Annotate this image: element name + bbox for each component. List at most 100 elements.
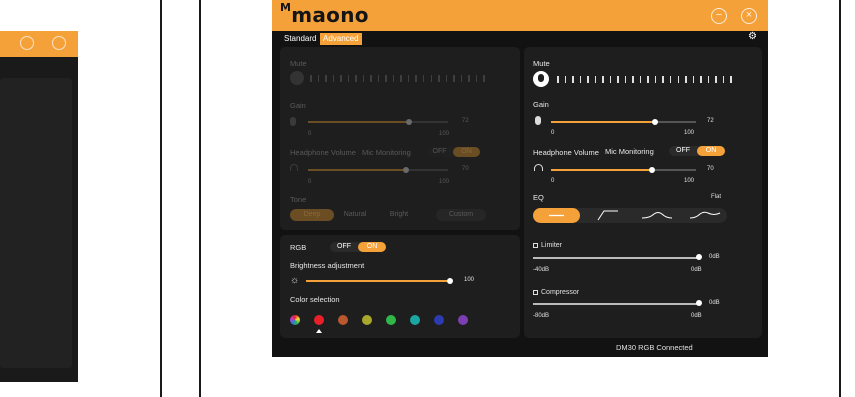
rgb-toggle[interactable]: OFF ON bbox=[330, 242, 386, 252]
mic-mute-icon[interactable] bbox=[533, 71, 549, 87]
eq-current-preset: Flat bbox=[711, 194, 722, 200]
selected-color-indicator bbox=[316, 329, 322, 333]
gain-slider-fill bbox=[308, 121, 409, 123]
compressor-checkbox[interactable] bbox=[533, 290, 538, 295]
title-bar: Mmaono − × bbox=[272, 0, 768, 31]
mic-small-icon bbox=[535, 116, 541, 125]
toggle-on: ON bbox=[453, 147, 480, 157]
maono-logo: Mmaono bbox=[280, 1, 369, 27]
rgb-panel: RGB OFF ON Brightness adjustment ☼ 100 C… bbox=[280, 235, 520, 338]
compressor-label: Compressor bbox=[541, 289, 580, 296]
mic-monitoring-label: Mic Monitoring bbox=[362, 148, 411, 157]
gain-label: Gain bbox=[290, 101, 306, 110]
headphone-icon bbox=[534, 164, 543, 171]
color-swatch-rainbow[interactable] bbox=[290, 315, 300, 325]
gain-slider-knob[interactable] bbox=[406, 119, 412, 125]
close-icon[interactable]: × bbox=[741, 8, 757, 24]
gain-min: 0 bbox=[308, 131, 312, 137]
gain-min: 0 bbox=[551, 130, 555, 136]
limiter-label: Limiter bbox=[541, 242, 563, 249]
headphone-slider-knob[interactable] bbox=[649, 167, 655, 173]
headphone-min: 0 bbox=[308, 179, 312, 185]
divider-line bbox=[160, 0, 162, 397]
headphone-value: 70 bbox=[707, 166, 714, 172]
toggle-off: OFF bbox=[337, 243, 351, 250]
background-close-icon bbox=[52, 36, 66, 50]
maono-app-window: Mmaono − × Standard Advanced ⚙ Mute Gain… bbox=[272, 0, 768, 357]
eq-flat-button[interactable] bbox=[533, 208, 580, 223]
color-swatch-red[interactable] bbox=[314, 315, 324, 325]
gain-slider-fill bbox=[551, 121, 655, 123]
status-bar: DM30 RGB Connected bbox=[272, 340, 768, 357]
background-window-header bbox=[0, 31, 78, 57]
color-swatch-brown[interactable] bbox=[338, 315, 348, 325]
limiter-slider-track[interactable] bbox=[533, 257, 700, 259]
brightness-value: 100 bbox=[464, 277, 475, 283]
gain-value: 72 bbox=[462, 118, 469, 124]
compressor-slider-knob[interactable] bbox=[696, 300, 702, 306]
compressor-value: 0dB bbox=[709, 300, 720, 306]
headphone-volume-label: Headphone Volume bbox=[290, 148, 356, 157]
color-swatch-olive[interactable] bbox=[362, 315, 372, 325]
color-swatch-green[interactable] bbox=[386, 315, 396, 325]
tab-advanced[interactable]: Advanced bbox=[320, 33, 362, 45]
eq-low-cut-button[interactable] bbox=[588, 208, 628, 223]
eq-mid-boost-icon bbox=[641, 212, 673, 219]
mic-monitoring-toggle[interactable]: OFF ON bbox=[426, 147, 480, 157]
eq-mid-boost-button[interactable] bbox=[634, 208, 678, 223]
color-swatch-purple[interactable] bbox=[458, 315, 468, 325]
mute-level-meter bbox=[310, 75, 485, 82]
gear-icon[interactable]: ⚙ bbox=[748, 32, 758, 42]
compressor-slider-track[interactable] bbox=[533, 303, 700, 305]
limiter-max: 0dB bbox=[691, 267, 702, 273]
divider-line bbox=[199, 0, 201, 397]
color-swatch-teal[interactable] bbox=[410, 315, 420, 325]
connection-status: DM30 RGB Connected bbox=[616, 343, 693, 352]
headphone-slider-fill bbox=[308, 169, 406, 171]
gain-max: 100 bbox=[439, 131, 450, 137]
eq-flat-icon bbox=[549, 214, 564, 217]
eq-label: EQ bbox=[533, 193, 544, 202]
tone-custom[interactable]: Custom bbox=[436, 209, 486, 221]
standard-controls-panel: Mute Gain 72 0 100 Headphone Volume Mic … bbox=[280, 47, 520, 230]
color-swatch-blue[interactable] bbox=[434, 315, 444, 325]
background-window-panel bbox=[0, 78, 72, 368]
mic-icon[interactable] bbox=[290, 71, 304, 85]
eq-high-boost-button[interactable] bbox=[682, 208, 726, 223]
background-window bbox=[0, 0, 78, 397]
compressor-min: -80dB bbox=[533, 313, 550, 319]
tab-standard[interactable]: Standard bbox=[281, 33, 319, 45]
toggle-off: OFF bbox=[676, 147, 690, 154]
gain-max: 100 bbox=[684, 130, 695, 136]
limiter-checkbox[interactable] bbox=[533, 243, 538, 248]
tone-bright[interactable]: Bright bbox=[382, 209, 416, 221]
headphone-slider-fill bbox=[551, 169, 652, 171]
sun-icon: ☼ bbox=[290, 275, 300, 286]
mute-level-meter bbox=[557, 76, 732, 83]
background-minimize-icon bbox=[20, 36, 34, 50]
advanced-controls-panel: Mute Gain 72 0 100 Headphone Volume Mic … bbox=[524, 47, 762, 338]
rgb-label: RGB bbox=[290, 243, 307, 252]
eq-high-boost-icon bbox=[689, 211, 721, 219]
toggle-off: OFF bbox=[432, 148, 447, 155]
compressor-max: 0dB bbox=[691, 313, 702, 319]
tone-deep[interactable]: Deep bbox=[290, 209, 334, 221]
gain-value: 72 bbox=[707, 118, 714, 124]
mute-label: Mute bbox=[290, 59, 307, 68]
toggle-on: ON bbox=[697, 146, 725, 156]
headphone-min: 0 bbox=[551, 178, 555, 184]
minimize-icon[interactable]: − bbox=[711, 8, 727, 24]
mic-monitoring-toggle[interactable]: OFF ON bbox=[669, 146, 725, 156]
brightness-slider-knob[interactable] bbox=[447, 278, 453, 284]
headphone-slider-knob[interactable] bbox=[403, 167, 409, 173]
divider-line bbox=[839, 0, 841, 397]
gain-slider-knob[interactable] bbox=[652, 119, 658, 125]
tone-label: Tone bbox=[290, 195, 307, 204]
limiter-slider-knob[interactable] bbox=[696, 254, 702, 260]
brightness-slider-fill[interactable] bbox=[306, 280, 450, 282]
eq-low-cut-icon bbox=[597, 210, 618, 221]
headphone-value: 70 bbox=[462, 166, 469, 172]
tone-natural[interactable]: Natural bbox=[338, 209, 372, 221]
mic-small-icon bbox=[290, 117, 296, 126]
brightness-label: Brightness adjustment bbox=[290, 261, 365, 270]
